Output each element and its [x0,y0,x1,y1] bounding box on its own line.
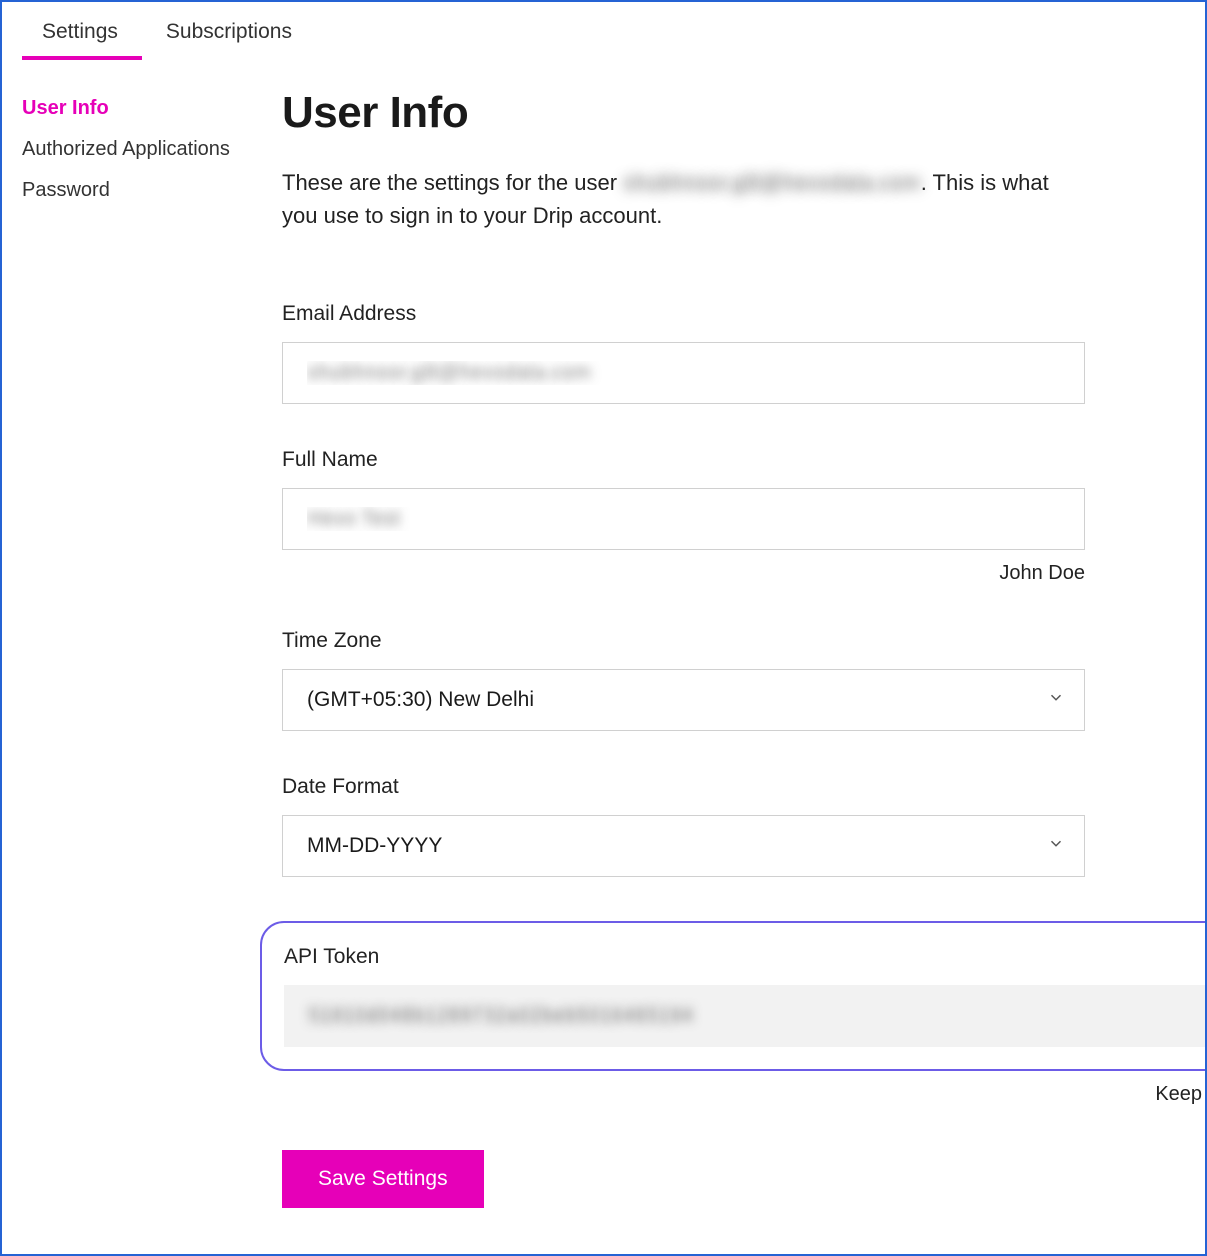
email-label: Email Address [282,302,1085,326]
dateformat-select[interactable]: MM-DD-YYYY [282,815,1085,877]
timezone-label: Time Zone [282,629,1085,653]
fullname-label: Full Name [282,448,1085,472]
sidebar-item-password[interactable]: Password [22,170,282,211]
field-dateformat: Date Format MM-DD-YYYY [282,775,1085,877]
apitoken-hint: Keep this a secret! [282,1083,1207,1106]
field-fullname: Full Name John Doe [282,448,1085,585]
sidebar-item-authorized-applications[interactable]: Authorized Applications [22,129,282,170]
top-tabs: Settings Subscriptions [2,2,1205,60]
app-frame: Settings Subscriptions User Info Authori… [0,0,1207,1256]
tab-subscriptions[interactable]: Subscriptions [166,20,292,60]
timezone-value: (GMT+05:30) New Delhi [282,669,1085,731]
apitoken-label: API Token [284,945,1207,969]
email-input[interactable] [282,342,1085,404]
timezone-select[interactable]: (GMT+05:30) New Delhi [282,669,1085,731]
fullname-hint: John Doe [282,562,1085,585]
field-email: Email Address [282,302,1085,404]
save-settings-button[interactable]: Save Settings [282,1150,484,1208]
dateformat-label: Date Format [282,775,1085,799]
dateformat-value: MM-DD-YYYY [282,815,1085,877]
api-token-highlight: API Token 51810d048b1289732a02beb5016465… [260,921,1207,1071]
content: User Info These are the settings for the… [282,88,1185,1208]
page-title: User Info [282,88,1085,138]
main-layout: User Info Authorized Applications Passwo… [2,60,1205,1208]
tab-settings[interactable]: Settings [42,20,118,60]
desc-prefix: These are the settings for the user [282,170,623,195]
desc-email-masked: shubhnoor.gilt@hevodata.com [623,170,921,195]
fullname-input[interactable] [282,488,1085,550]
apitoken-value[interactable]: 51810d048b1289732a02beb5016465194 [284,985,1207,1047]
sidebar: User Info Authorized Applications Passwo… [22,88,282,1208]
page-description: These are the settings for the user shub… [282,166,1085,232]
field-timezone: Time Zone (GMT+05:30) New Delhi [282,629,1085,731]
sidebar-item-user-info[interactable]: User Info [22,88,282,129]
